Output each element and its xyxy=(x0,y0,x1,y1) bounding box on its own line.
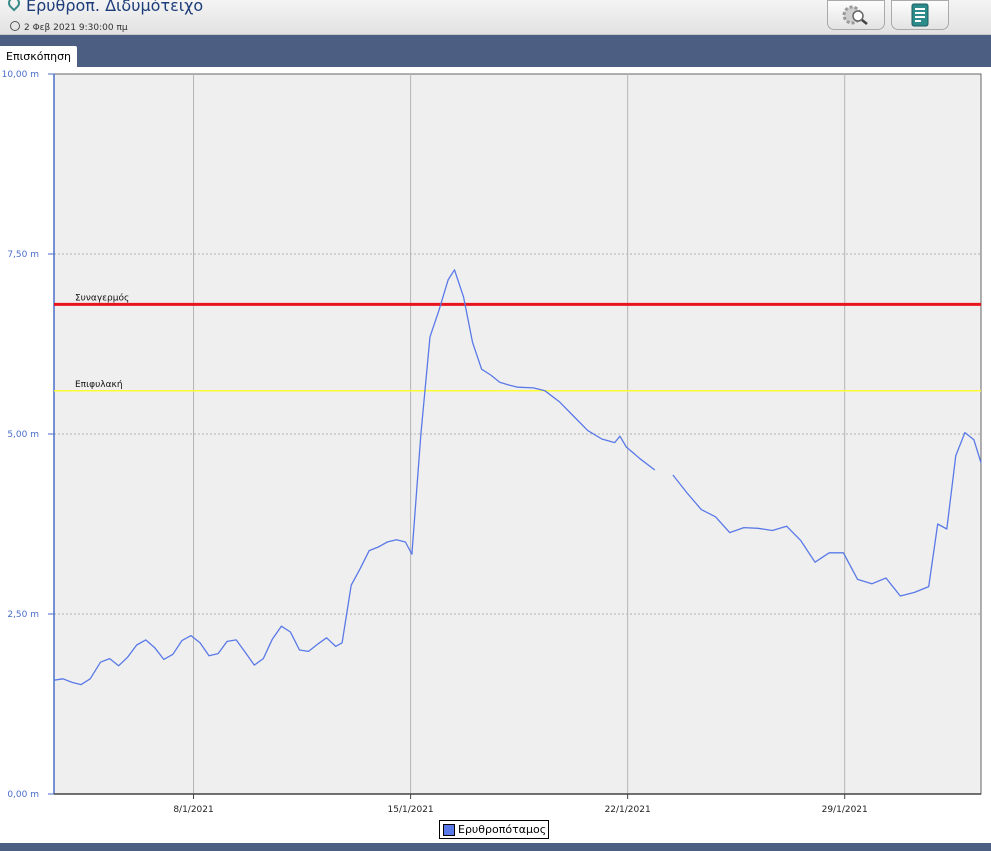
chart-panel: 0,00 m 2,50 m 5,00 m 7,50 m 10,00 m 8/1/2021 1… xyxy=(0,67,991,843)
water-level-chart: 0,00 m 2,50 m 5,00 m 7,50 m 10,00 m 8/1/2021 1… xyxy=(2,70,982,815)
y-tick-label: 10,00 m xyxy=(2,70,39,80)
y-tick-label: 2,50 m xyxy=(7,610,39,620)
timestamp: 2 Φεβ 2021 9:30:00 πμ xyxy=(24,23,128,33)
header-bar: Ερυθροπ. Διδυμότειχο 2 Φεβ 2021 9:30:00 … xyxy=(0,0,991,35)
bottom-bar xyxy=(0,843,991,851)
page-title: Ερυθροπ. Διδυμότειχο xyxy=(5,0,204,15)
magnifier-icon xyxy=(842,5,868,25)
threshold-label: Συναγερμός xyxy=(75,292,129,303)
tab-overview[interactable]: Επισκόπηση xyxy=(0,46,78,67)
y-tick-label: 0,00 m xyxy=(7,790,39,800)
zoom-search-button[interactable] xyxy=(827,0,885,30)
legend-swatch xyxy=(443,823,455,836)
x-tick-label: 15/1/2021 xyxy=(388,805,434,815)
y-tick-label: 7,50 m xyxy=(7,250,39,260)
legend-label: Ερυθροπόταμος xyxy=(458,823,547,836)
tab-bar: Επισκόπηση xyxy=(0,35,991,67)
location-pin-icon xyxy=(5,0,23,12)
legend: Ερυθροπόταμος xyxy=(439,820,550,839)
threshold-label: Επιφυλακή xyxy=(75,380,123,390)
x-tick-label: 8/1/2021 xyxy=(173,805,213,815)
document-list-icon xyxy=(911,3,929,27)
station-name: Ερυθροπ. Διδυμότειχο xyxy=(26,0,204,15)
x-tick-label: 22/1/2021 xyxy=(605,805,651,815)
report-button[interactable] xyxy=(891,0,949,30)
timestamp-line: 2 Φεβ 2021 9:30:00 πμ xyxy=(10,20,128,33)
clock-icon xyxy=(10,21,20,31)
x-tick-label: 29/1/2021 xyxy=(822,805,868,815)
y-tick-label: 5,00 m xyxy=(7,430,39,440)
